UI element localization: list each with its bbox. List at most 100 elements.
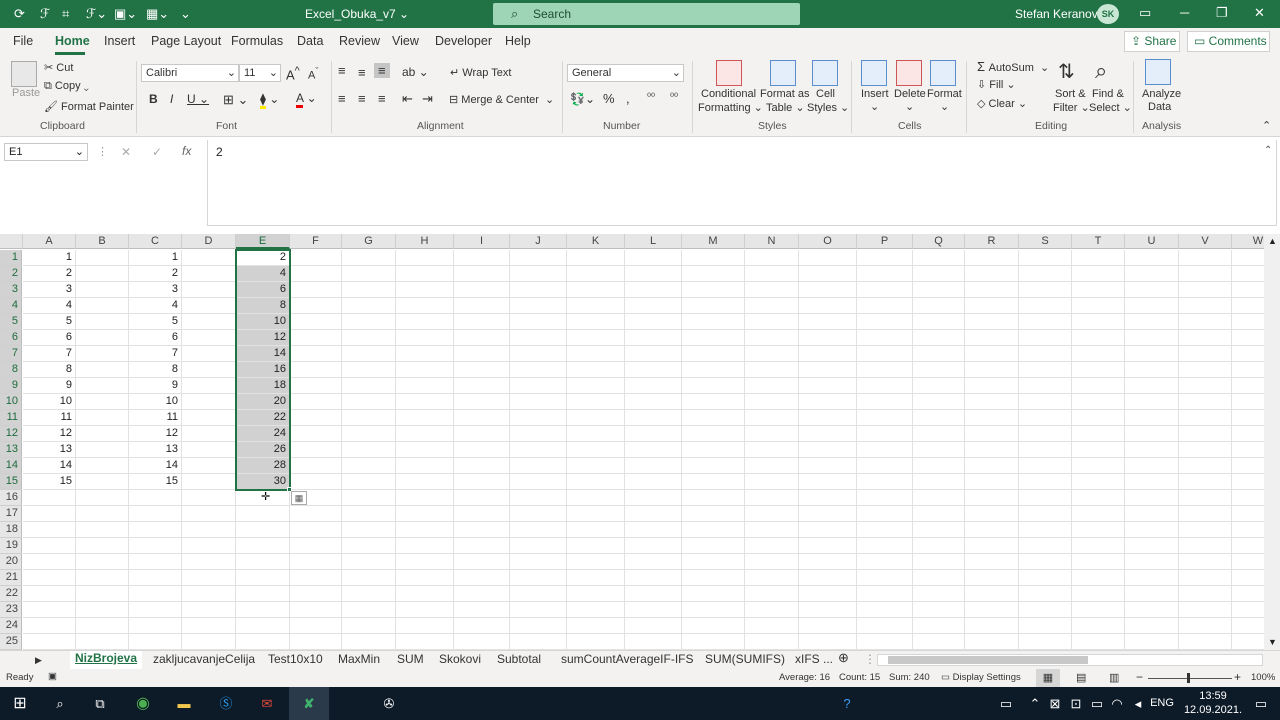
cell-j23[interactable]	[510, 602, 567, 618]
cell-w19[interactable]	[1232, 538, 1264, 554]
cell-d3[interactable]	[182, 282, 236, 298]
row-header[interactable]: 17	[0, 506, 22, 522]
cell-n20[interactable]	[745, 554, 799, 570]
cell-s9[interactable]	[1019, 378, 1072, 394]
cell-styles-label-2[interactable]: Styles ⌄	[807, 101, 849, 114]
cell-g10[interactable]	[342, 394, 396, 410]
column-header-d[interactable]: D	[182, 234, 236, 249]
cell-o14[interactable]	[799, 458, 857, 474]
cell-n10[interactable]	[745, 394, 799, 410]
chevron-down-icon[interactable]: ⌄	[870, 100, 879, 113]
cell-g14[interactable]	[342, 458, 396, 474]
column-header-q[interactable]: Q	[913, 234, 965, 249]
cell-o11[interactable]	[799, 410, 857, 426]
cell-r24[interactable]	[965, 618, 1019, 634]
cell-c6[interactable]: 6	[129, 330, 182, 346]
cell-i21[interactable]	[454, 570, 510, 586]
cell-q14[interactable]	[913, 458, 965, 474]
cell-t11[interactable]	[1072, 410, 1125, 426]
cell-v23[interactable]	[1179, 602, 1232, 618]
font-size-select[interactable]: 11 ⌄	[239, 64, 281, 82]
cell-w5[interactable]	[1232, 314, 1264, 330]
row-header[interactable]: 11	[0, 410, 22, 426]
tab-review[interactable]: Review	[339, 34, 380, 48]
cell-styles-button[interactable]: Cell	[816, 88, 835, 100]
decrease-decimal-icon[interactable]: ⁰⁰	[670, 92, 678, 103]
cell-l1[interactable]	[625, 250, 682, 266]
volume-icon[interactable]: ◂	[1130, 687, 1146, 720]
chevron-down-icon[interactable]: ⌄	[905, 100, 914, 113]
cell-g17[interactable]	[342, 506, 396, 522]
cell-b18[interactable]	[76, 522, 129, 538]
column-header-s[interactable]: S	[1019, 234, 1072, 249]
cell-w20[interactable]	[1232, 554, 1264, 570]
cell-m17[interactable]	[682, 506, 745, 522]
cell-d25[interactable]	[182, 634, 236, 650]
cell-b19[interactable]	[76, 538, 129, 554]
fill-color-icon[interactable]: ⧫ ⌄	[260, 92, 279, 109]
cell-r8[interactable]	[965, 362, 1019, 378]
cell-n11[interactable]	[745, 410, 799, 426]
cell-v13[interactable]	[1179, 442, 1232, 458]
scroll-up-icon[interactable]: ▲	[1268, 236, 1277, 246]
cell-g15[interactable]	[342, 474, 396, 490]
cell-g4[interactable]	[342, 298, 396, 314]
cell-k6[interactable]	[567, 330, 625, 346]
increase-decimal-icon[interactable]: ⁰⁰	[647, 92, 655, 103]
cell-n19[interactable]	[745, 538, 799, 554]
cell-t10[interactable]	[1072, 394, 1125, 410]
format-cells-icon[interactable]	[930, 60, 956, 86]
cell-q2[interactable]	[913, 266, 965, 282]
cell-p21[interactable]	[857, 570, 913, 586]
cell-s7[interactable]	[1019, 346, 1072, 362]
cell-q4[interactable]	[913, 298, 965, 314]
cell-o18[interactable]	[799, 522, 857, 538]
cell-q6[interactable]	[913, 330, 965, 346]
cell-r18[interactable]	[965, 522, 1019, 538]
cell-t14[interactable]	[1072, 458, 1125, 474]
cell-i14[interactable]	[454, 458, 510, 474]
sort-filter-label-2[interactable]: Filter ⌄	[1053, 101, 1090, 114]
cell-p25[interactable]	[857, 634, 913, 650]
cell-e24[interactable]	[236, 618, 290, 634]
cell-k9[interactable]	[567, 378, 625, 394]
cell-d8[interactable]	[182, 362, 236, 378]
add-sheet-icon[interactable]: ⊕	[838, 651, 849, 665]
cell-k12[interactable]	[567, 426, 625, 442]
cell-v24[interactable]	[1179, 618, 1232, 634]
cell-r10[interactable]	[965, 394, 1019, 410]
cell-m23[interactable]	[682, 602, 745, 618]
column-header-p[interactable]: P	[857, 234, 913, 249]
cell-p23[interactable]	[857, 602, 913, 618]
cell-h3[interactable]	[396, 282, 454, 298]
cell-s5[interactable]	[1019, 314, 1072, 330]
conditional-formatting-label-2[interactable]: Formatting ⌄	[698, 101, 763, 114]
cell-c22[interactable]	[129, 586, 182, 602]
cell-k22[interactable]	[567, 586, 625, 602]
cell-m8[interactable]	[682, 362, 745, 378]
row-header[interactable]: 6	[0, 330, 22, 346]
cell-p2[interactable]	[857, 266, 913, 282]
cell-g13[interactable]	[342, 442, 396, 458]
comma-icon[interactable]: ,	[626, 91, 630, 106]
cell-g1[interactable]	[342, 250, 396, 266]
scroll-down-icon[interactable]: ▼	[1268, 637, 1277, 647]
cell-s11[interactable]	[1019, 410, 1072, 426]
cell-v5[interactable]	[1179, 314, 1232, 330]
cell-e19[interactable]	[236, 538, 290, 554]
cell-w12[interactable]	[1232, 426, 1264, 442]
find-select-button[interactable]: Find &	[1092, 88, 1124, 100]
cell-l2[interactable]	[625, 266, 682, 282]
cell-r2[interactable]	[965, 266, 1019, 282]
customize-qat-icon[interactable]: ⌄	[180, 6, 191, 22]
cell-a9[interactable]: 9	[23, 378, 76, 394]
row-header[interactable]: 25	[0, 634, 22, 650]
zoom-level[interactable]: 100%	[1251, 672, 1275, 683]
cell-c19[interactable]	[129, 538, 182, 554]
status-count[interactable]: Count: 15	[839, 672, 880, 683]
cell-v8[interactable]	[1179, 362, 1232, 378]
insert-function-icon[interactable]: fx	[182, 144, 191, 158]
cell-n4[interactable]	[745, 298, 799, 314]
cell-c15[interactable]: 15	[129, 474, 182, 490]
cell-w21[interactable]	[1232, 570, 1264, 586]
